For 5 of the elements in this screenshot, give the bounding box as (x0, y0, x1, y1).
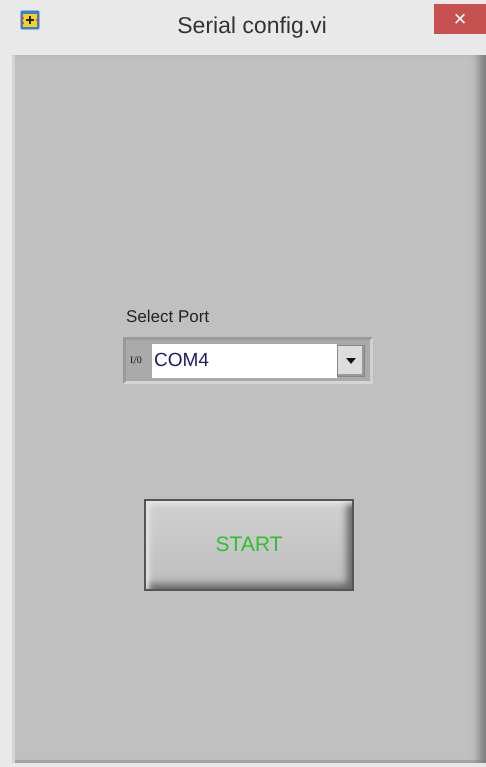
app-icon (20, 10, 40, 30)
port-value: COM4 (152, 344, 337, 378)
window-title: Serial config.vi (176, 12, 328, 39)
select-port-label: Select Port (125, 307, 210, 327)
close-button[interactable]: × (434, 4, 486, 34)
